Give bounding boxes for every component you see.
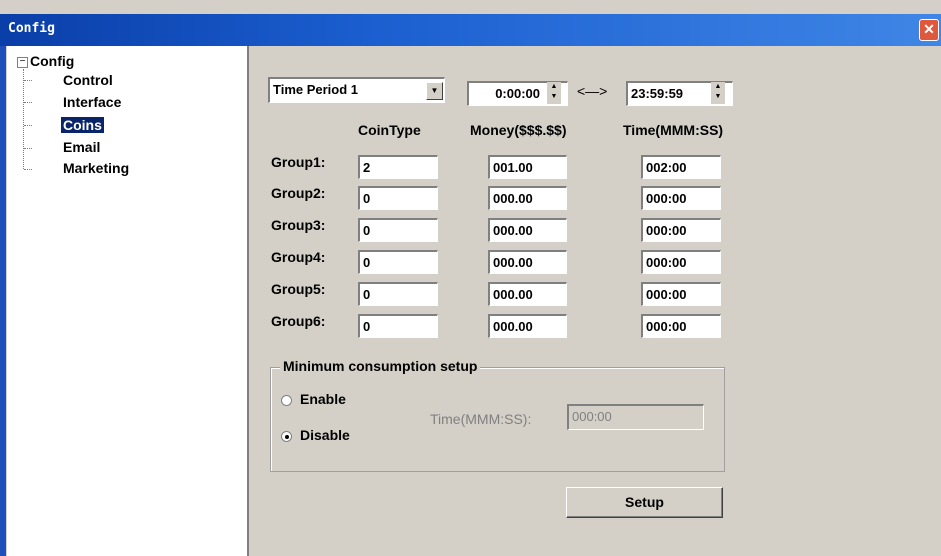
money-input[interactable]: 001.00	[488, 155, 567, 179]
column-header-cointype: CoinType	[358, 122, 421, 138]
coin-type-input[interactable]: 0	[358, 218, 438, 242]
config-window: Config ✕ − Config Control Interface Coin…	[0, 0, 941, 556]
tree-item-control[interactable]: Control	[63, 72, 113, 88]
time-input[interactable]: 000:00	[641, 250, 721, 274]
coin-type-input[interactable]: 2	[358, 155, 438, 179]
period-range-separator: <—>	[577, 83, 608, 99]
period-end-spinner[interactable]: ▲ ▼	[711, 82, 725, 104]
period-start-value: 0:00:00	[495, 86, 540, 101]
period-start-spinner[interactable]: ▲ ▼	[547, 82, 561, 104]
min-time-label: Time(MMM:SS):	[430, 411, 532, 427]
period-end-value: 23:59:59	[631, 86, 684, 101]
enable-radio[interactable]	[281, 395, 292, 406]
time-input[interactable]: 002:00	[641, 155, 721, 179]
tree-item-coins[interactable]: Coins	[61, 117, 104, 133]
money-input[interactable]: 000.00	[488, 282, 567, 306]
coin-type-input[interactable]: 0	[358, 250, 438, 274]
money-input[interactable]: 000.00	[488, 218, 567, 242]
group-label: Group2:	[271, 185, 326, 201]
time-period-select[interactable]: Time Period 1	[268, 77, 445, 103]
coin-type-input[interactable]: 0	[358, 314, 438, 338]
min-consumption-title: Minimum consumption setup	[280, 358, 481, 374]
min-time-input: 000:00	[567, 404, 704, 430]
disable-label[interactable]: Disable	[300, 427, 350, 443]
tree-connector	[24, 102, 32, 103]
money-input[interactable]: 000.00	[488, 250, 567, 274]
tree-connector	[24, 80, 32, 81]
group-label: Group5:	[271, 281, 326, 297]
time-input[interactable]: 000:00	[641, 282, 721, 306]
spin-up-icon[interactable]: ▲	[547, 82, 561, 92]
tree-connector	[24, 125, 32, 126]
enable-label[interactable]: Enable	[300, 391, 346, 407]
dropdown-arrow-icon[interactable]: ▼	[426, 82, 443, 100]
tree-connector	[24, 148, 32, 149]
spin-up-icon[interactable]: ▲	[711, 82, 725, 92]
tree-root-config[interactable]: Config	[30, 53, 74, 69]
group-label: Group1:	[271, 154, 326, 170]
tree-item-email[interactable]: Email	[63, 139, 100, 155]
radio-selected-dot	[285, 435, 289, 439]
group-label: Group6:	[271, 313, 326, 329]
config-tree	[7, 46, 249, 556]
column-header-time: Time(MMM:SS)	[623, 122, 724, 138]
spin-down-icon[interactable]: ▼	[711, 92, 725, 102]
tree-item-marketing[interactable]: Marketing	[63, 160, 129, 176]
time-input[interactable]: 000:00	[641, 218, 721, 242]
close-button[interactable]: ✕	[919, 19, 939, 41]
disable-radio[interactable]	[281, 431, 292, 442]
window-title: Config	[8, 21, 55, 36]
window-left-border	[0, 46, 6, 556]
time-input[interactable]: 000:00	[641, 314, 721, 338]
title-bar[interactable]: Config ✕	[0, 14, 941, 46]
setup-button[interactable]: Setup	[566, 487, 723, 518]
column-header-money: Money($$$.$$)	[470, 122, 567, 138]
money-input[interactable]: 000.00	[488, 186, 567, 210]
time-input[interactable]: 000:00	[641, 186, 721, 210]
tree-connector	[24, 169, 32, 170]
spin-down-icon[interactable]: ▼	[547, 92, 561, 102]
group-label: Group3:	[271, 217, 326, 233]
collapse-icon[interactable]: −	[17, 57, 28, 68]
tree-connector	[23, 69, 24, 169]
group-label: Group4:	[271, 249, 326, 265]
tree-item-interface[interactable]: Interface	[63, 94, 121, 110]
coin-type-input[interactable]: 0	[358, 186, 438, 210]
coin-type-input[interactable]: 0	[358, 282, 438, 306]
money-input[interactable]: 000.00	[488, 314, 567, 338]
time-period-value: Time Period 1	[273, 82, 359, 97]
